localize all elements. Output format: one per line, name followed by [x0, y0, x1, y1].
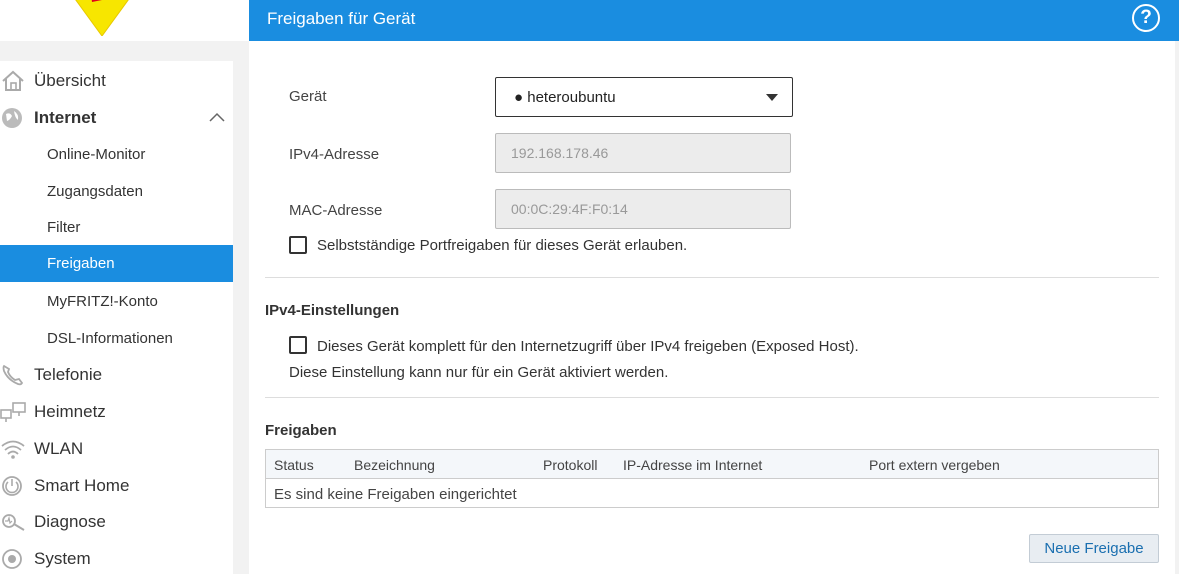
- ipv4-field: 192.168.178.46: [495, 133, 791, 173]
- sidebar-item-diagnose[interactable]: Diagnose: [0, 504, 233, 540]
- help-icon[interactable]: ?: [1132, 4, 1160, 32]
- table-empty-message: Es sind keine Freigaben eingerichtet: [274, 486, 517, 503]
- auto-portforward-checkbox[interactable]: [289, 236, 307, 254]
- exposed-host-checkbox[interactable]: [289, 336, 307, 354]
- sidebar-item-smart-home[interactable]: Smart Home: [0, 468, 233, 504]
- ipv4-label: IPv4-Adresse: [289, 146, 380, 163]
- sidebar-subitem-label: Freigaben: [47, 255, 115, 272]
- diagnose-icon: [2, 514, 25, 531]
- sidebar-item-uebersicht[interactable]: Übersicht: [0, 63, 233, 99]
- sidebar-subitem-label: Filter: [47, 219, 81, 236]
- column-header-status[interactable]: Status: [274, 457, 314, 473]
- chevron-up-icon[interactable]: [209, 111, 225, 123]
- wifi-icon: [1, 440, 25, 459]
- sidebar-item-label: System: [34, 549, 91, 568]
- sidebar-item-label: Übersicht: [34, 71, 106, 90]
- sidebar-subitem-filter[interactable]: Filter: [0, 209, 233, 246]
- sidebar-subitem-label: MyFRITZ!-Konto: [47, 293, 158, 310]
- sidebar-item-heimnetz[interactable]: Heimnetz: [0, 394, 233, 430]
- globe-icon: [2, 108, 22, 128]
- home-icon: [2, 70, 24, 91]
- sidebar-subitem-online-monitor[interactable]: Online-Monitor: [0, 136, 233, 173]
- main-content: Gerät ● heteroubuntu IPv4-Adresse 192.16…: [249, 41, 1175, 574]
- new-freigabe-button[interactable]: Neue Freigabe: [1029, 534, 1159, 563]
- freigaben-title: Freigaben: [265, 422, 337, 439]
- sidebar-item-label: Diagnose: [34, 512, 106, 531]
- sidebar-subitem-freigaben[interactable]: Freigaben: [0, 245, 233, 282]
- mac-label: MAC-Adresse: [289, 202, 383, 219]
- column-header-protokoll[interactable]: Protokoll: [543, 457, 597, 473]
- sidebar-item-telefonie[interactable]: Telefonie: [0, 357, 233, 393]
- sidebar-item-system[interactable]: System: [0, 541, 233, 574]
- column-header-port-extern[interactable]: Port extern vergeben: [869, 457, 1000, 473]
- column-header-bezeichnung[interactable]: Bezeichnung: [354, 457, 435, 473]
- exposed-host-note: Diese Einstellung kann nur für ein Gerät…: [289, 364, 669, 381]
- system-icon: [2, 549, 22, 569]
- exposed-host-label: Dieses Gerät komplett für den Internetzu…: [317, 338, 859, 355]
- sidebar-subitem-dsl-informationen[interactable]: DSL-Informationen: [0, 320, 233, 357]
- logo-area: [0, 0, 249, 41]
- sidebar-subitem-zugangsdaten[interactable]: Zugangsdaten: [0, 173, 233, 210]
- device-label: Gerät: [289, 88, 327, 105]
- ipv4-settings-title: IPv4-Einstellungen: [265, 302, 400, 319]
- divider: [265, 397, 1159, 398]
- sidebar-subitem-label: DSL-Informationen: [47, 330, 173, 347]
- mac-field: 00:0C:29:4F:F0:14: [495, 189, 791, 229]
- device-select[interactable]: ● heteroubuntu: [495, 77, 793, 117]
- sidebar-item-label: Smart Home: [34, 476, 130, 495]
- divider: [265, 277, 1159, 278]
- caret-down-icon: [766, 94, 778, 101]
- sidebar-subitem-label: Online-Monitor: [47, 146, 146, 163]
- sidebar-item-label: Heimnetz: [34, 402, 106, 421]
- freigaben-table: Status Bezeichnung Protokoll IP-Adresse …: [265, 449, 1159, 508]
- page-title: Freigaben für Gerät: [267, 9, 416, 28]
- device-select-value: ● heteroubuntu: [514, 89, 616, 106]
- network-icon: [0, 402, 26, 422]
- smart-home-icon: [2, 476, 22, 496]
- phone-icon: [2, 364, 24, 386]
- sidebar-subitem-label: Zugangsdaten: [47, 183, 143, 200]
- sidebar-item-label: WLAN: [34, 439, 84, 458]
- sidebar-item-label: Internet: [34, 108, 97, 127]
- sidebar-item-wlan[interactable]: WLAN: [0, 431, 233, 467]
- column-header-ip-adresse[interactable]: IP-Adresse im Internet: [623, 457, 762, 473]
- top-bar: Freigaben für Gerät ?: [249, 0, 1179, 41]
- sidebar-item-label: Telefonie: [34, 365, 103, 384]
- sidebar-item-internet[interactable]: Internet: [0, 100, 233, 136]
- sidebar-subitem-myfritz-konto[interactable]: MyFRITZ!-Konto: [0, 283, 233, 320]
- table-header: Status Bezeichnung Protokoll IP-Adresse …: [266, 450, 1158, 479]
- auto-portforward-label: Selbstständige Portfreigaben für dieses …: [317, 237, 688, 254]
- fritz-logo: [75, 0, 129, 36]
- sidebar: Übersicht Internet Online-Monitor Zugang…: [0, 61, 233, 574]
